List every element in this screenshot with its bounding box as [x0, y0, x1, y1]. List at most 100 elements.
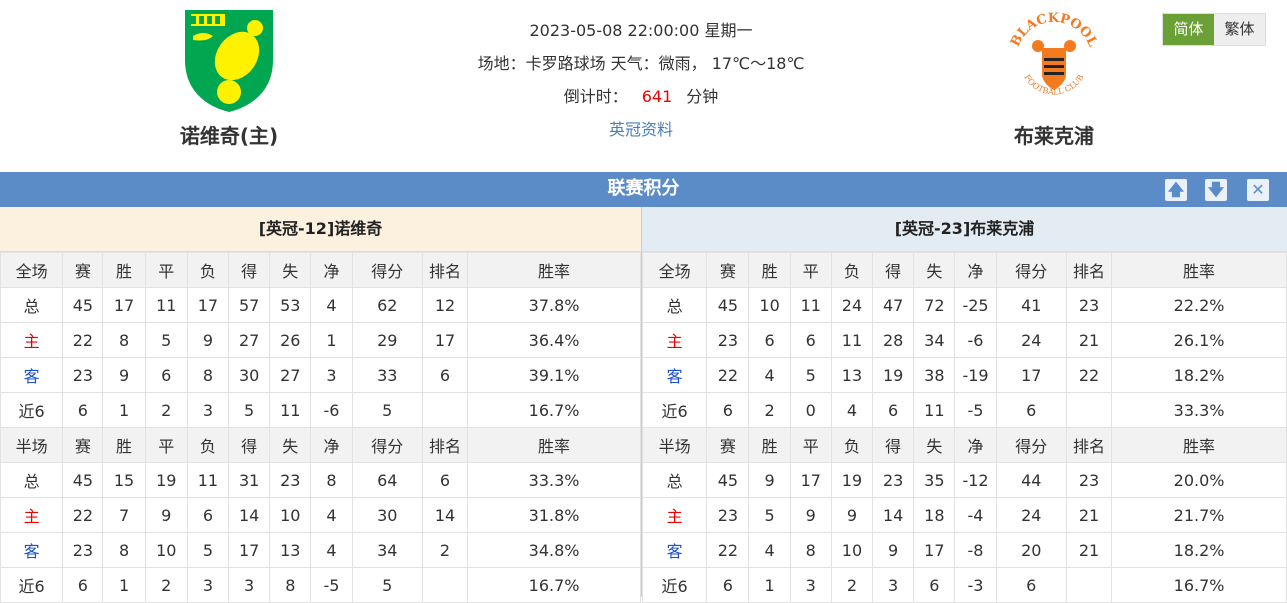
column-header: 得 — [228, 427, 271, 463]
table-cell: 23 — [706, 322, 750, 358]
column-header: 胜 — [102, 252, 146, 288]
blackpool-crest-icon: BLACKPOOL FOOTBALL CLUB — [1008, 11, 1100, 97]
table-cell: -25 — [954, 287, 997, 323]
table-cell: -3 — [954, 567, 997, 603]
language-switch: 简体 繁体 — [1162, 13, 1266, 46]
row-label: 客 — [641, 532, 708, 568]
home-team[interactable]: 诺维奇(主) — [129, 8, 329, 149]
close-icon[interactable]: ✕ — [1247, 179, 1269, 201]
table-cell: 24 — [995, 322, 1067, 358]
table-cell: 23 — [706, 497, 750, 533]
table-cell: 23 — [872, 462, 915, 498]
table-cell: 4 — [748, 532, 791, 568]
table-cell: 6 — [872, 392, 915, 428]
table-cell: 8 — [310, 462, 353, 498]
column-header: 排名 — [421, 427, 469, 463]
table-cell: 2 — [830, 567, 874, 603]
column-header: 得分 — [351, 427, 423, 463]
move-up-icon[interactable]: 🡅 — [1165, 179, 1187, 201]
column-header: 得分 — [995, 252, 1067, 288]
table-cell: 2 — [144, 392, 188, 428]
norwich-crest-icon — [185, 10, 273, 112]
column-header: 平 — [144, 427, 188, 463]
column-header: 赛 — [706, 252, 750, 288]
standings-bar: 联赛积分 🡅 🡇 ✕ — [0, 172, 1287, 207]
column-header: 半场 — [0, 427, 64, 463]
column-header: 排名 — [1065, 252, 1113, 288]
table-cell: 9 — [789, 497, 832, 533]
table-cell: 17 — [913, 532, 956, 568]
column-header: 胜 — [748, 427, 791, 463]
table-cell: 4 — [310, 497, 353, 533]
column-header: 胜 — [748, 252, 791, 288]
table-cell: 9 — [144, 497, 188, 533]
row-label: 主 — [641, 497, 708, 533]
table-row: 主 22 8 5 9 27 26 1 29 17 36.4% — [0, 322, 641, 358]
table-cell: 26 — [269, 322, 312, 358]
column-header: 胜率 — [467, 252, 641, 288]
column-header: 负 — [830, 427, 874, 463]
row-label: 客 — [0, 357, 64, 393]
column-header: 赛 — [62, 252, 104, 288]
move-down-icon[interactable]: 🡇 — [1205, 179, 1227, 201]
table-cell: 17 — [186, 287, 230, 323]
table-cell: 3 — [872, 567, 915, 603]
table-row: 总 45 10 11 24 47 72 -25 41 23 22.2% — [641, 287, 1287, 323]
table-cell: 45 — [62, 462, 104, 498]
table-cell: 38 — [913, 357, 956, 393]
table-cell: 53 — [269, 287, 312, 323]
column-header: 全场 — [0, 252, 64, 288]
table-row: 客 23 9 6 8 30 27 3 33 6 39.1% — [0, 357, 641, 393]
table-cell: 17 — [789, 462, 832, 498]
table-cell: 23 — [62, 532, 104, 568]
table-cell: 18.2% — [1111, 532, 1287, 568]
row-label: 客 — [0, 532, 64, 568]
column-header: 净 — [954, 427, 997, 463]
table-cell: 21 — [1065, 532, 1113, 568]
table-cell: 16.7% — [467, 392, 641, 428]
table-cell: 72 — [913, 287, 956, 323]
table-cell: 1 — [102, 567, 146, 603]
table-cell: 23 — [269, 462, 312, 498]
table-cell: 9 — [748, 462, 791, 498]
table-cell: 17 — [228, 532, 271, 568]
table-row: 主 23 5 9 9 14 18 -4 24 21 21.7% — [641, 497, 1287, 533]
table-row: 近6 6 1 3 2 3 6 -3 6 16.7% — [641, 567, 1287, 603]
table-cell: 22 — [1065, 357, 1113, 393]
table-cell: 22.2% — [1111, 287, 1287, 323]
table-cell: -5 — [954, 392, 997, 428]
table-cell: -6 — [954, 322, 997, 358]
table-cell: 6 — [186, 497, 230, 533]
table-cell: 10 — [748, 287, 791, 323]
table-cell: 23 — [1065, 287, 1113, 323]
table-cell: 9 — [830, 497, 874, 533]
away-team[interactable]: BLACKPOOL FOOTBALL CLUB 布莱克浦 — [954, 8, 1154, 149]
table-cell: 64 — [351, 462, 423, 498]
table-cell: 17 — [102, 287, 146, 323]
table-cell: 5 — [748, 497, 791, 533]
simplified-chinese-button[interactable]: 简体 — [1163, 14, 1214, 45]
column-header: 负 — [186, 252, 230, 288]
table-cell: 19 — [144, 462, 188, 498]
table-row: 主 22 7 9 6 14 10 4 30 14 31.8% — [0, 497, 641, 533]
table-cell: 21.7% — [1111, 497, 1287, 533]
column-header: 负 — [830, 252, 874, 288]
table-cell: 45 — [706, 287, 750, 323]
traditional-chinese-button[interactable]: 繁体 — [1214, 14, 1265, 45]
table-cell: 18.2% — [1111, 357, 1287, 393]
table-cell: 6 — [62, 392, 104, 428]
column-header: 赛 — [706, 427, 750, 463]
row-label: 主 — [641, 322, 708, 358]
table-cell: 36.4% — [467, 322, 641, 358]
table-cell: 45 — [62, 287, 104, 323]
column-header: 平 — [789, 427, 832, 463]
table-row: 客 22 4 5 13 19 38 -19 17 22 18.2% — [641, 357, 1287, 393]
column-header: 净 — [954, 252, 997, 288]
row-label: 近6 — [0, 567, 64, 603]
table-row: 总 45 9 17 19 23 35 -12 44 23 20.0% — [641, 462, 1287, 498]
column-header: 排名 — [421, 252, 469, 288]
column-header: 排名 — [1065, 427, 1113, 463]
table-cell: 41 — [995, 287, 1067, 323]
table-cell: 2 — [748, 392, 791, 428]
league-info-link[interactable]: 英冠资料 — [430, 113, 852, 146]
